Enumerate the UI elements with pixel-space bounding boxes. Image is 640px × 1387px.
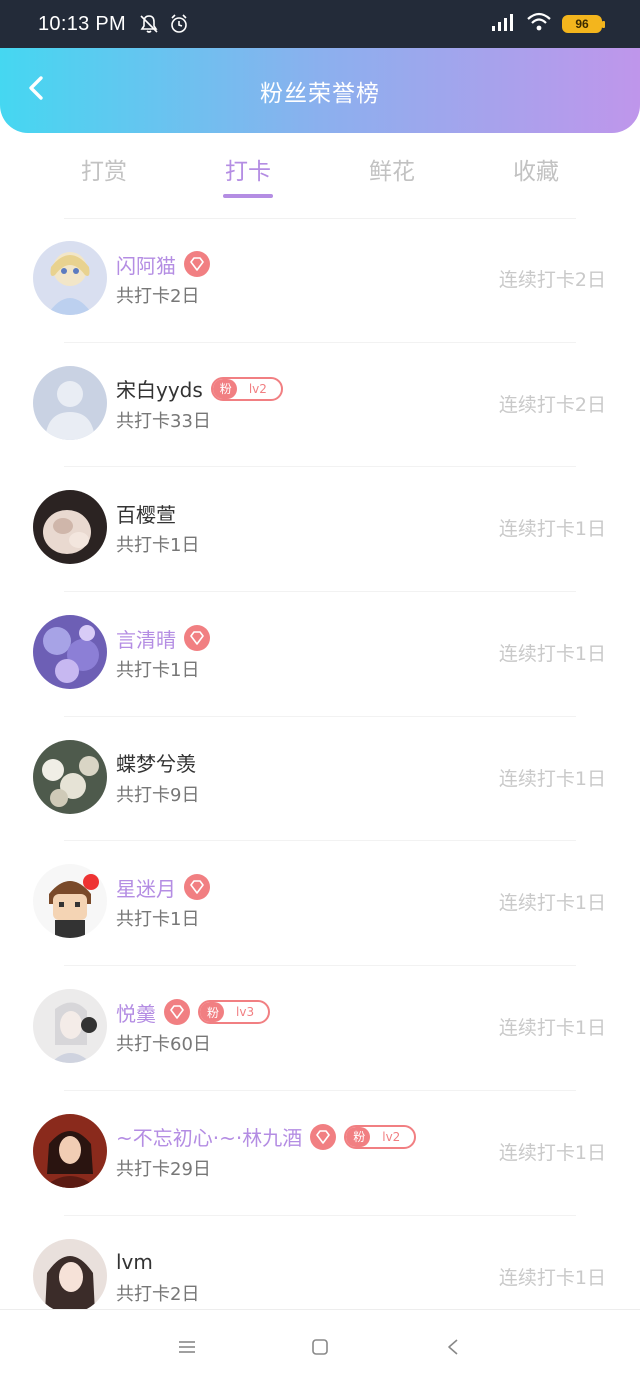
- total-checkins: 共打卡2日: [116, 1283, 200, 1305]
- menu-icon: [177, 1339, 197, 1359]
- fan-level-badge: 粉 lv3: [198, 1000, 271, 1025]
- user-name[interactable]: 闪阿猫: [116, 250, 176, 279]
- vip-diamond-icon: [184, 625, 210, 652]
- list-item[interactable]: ~不忘初心·~·林九酒 粉 lv2 共打卡29日 连续打卡1日: [0, 1091, 640, 1216]
- vip-diamond-icon: [164, 999, 190, 1026]
- list-item[interactable]: 闪阿猫 共打卡2日 连续打卡2日: [0, 218, 640, 343]
- user-name[interactable]: 蝶梦兮羡: [116, 748, 196, 777]
- total-checkins: 共打卡33日: [116, 410, 211, 432]
- tab-reward[interactable]: 打赏: [32, 140, 176, 210]
- list-item[interactable]: 蝶梦兮羡 共打卡9日 连续打卡1日: [0, 717, 640, 842]
- system-nav-bar: [0, 1309, 640, 1387]
- vip-diamond-icon: [184, 251, 210, 277]
- streak-text: 连续打卡2日: [498, 393, 606, 416]
- streak-text: 连续打卡1日: [498, 518, 606, 541]
- avatar[interactable]: [33, 490, 107, 565]
- fan-badge-label: 粉: [200, 1002, 225, 1023]
- streak-text: 连续打卡2日: [498, 269, 606, 291]
- fan-badge-label: 粉: [346, 1126, 371, 1147]
- avatar[interactable]: [33, 739, 107, 814]
- avatar[interactable]: [33, 241, 107, 315]
- page-title: 粉丝荣誉榜: [260, 80, 380, 107]
- total-checkins: 共打卡2日: [116, 286, 200, 307]
- app-header: 粉丝荣誉榜: [0, 48, 640, 133]
- list-item[interactable]: 星迷月 共打卡1日 连续打卡1日: [0, 841, 640, 966]
- fan-level-badge: 粉 lv2: [344, 1124, 417, 1149]
- streak-text: 连续打卡1日: [498, 892, 606, 915]
- list-item[interactable]: 宋白yyds 粉 lv2 共打卡33日 连续打卡2日: [0, 343, 640, 468]
- user-name[interactable]: 百樱萱: [116, 499, 176, 528]
- back-nav-button[interactable]: [439, 1335, 467, 1363]
- avatar[interactable]: [33, 365, 107, 440]
- list-item[interactable]: 百樱萱 共打卡1日 连续打卡1日: [0, 467, 640, 592]
- battery-icon: 96: [562, 15, 605, 33]
- menu-button[interactable]: [173, 1335, 201, 1363]
- total-checkins: 共打卡1日: [116, 535, 200, 557]
- bell-off-icon: [138, 13, 160, 35]
- avatar[interactable]: [33, 1113, 107, 1188]
- avatar[interactable]: [33, 615, 107, 690]
- list-item[interactable]: 言清晴 共打卡1日 连续打卡1日: [0, 592, 640, 717]
- fan-list: 闪阿猫 共打卡2日 连续打卡2日 宋白yyds 粉 lv2 共打卡33日 连续打…: [0, 218, 640, 1340]
- total-checkins: 共打卡29日: [116, 1158, 211, 1180]
- user-name[interactable]: ~不忘初心·~·林九酒: [116, 1122, 302, 1151]
- list-item[interactable]: 悦羹 粉 lv3 共打卡60日 连续打卡1日: [0, 966, 640, 1091]
- user-name[interactable]: 星迷月: [116, 873, 176, 902]
- alarm-icon: [168, 13, 190, 35]
- total-checkins: 共打卡1日: [116, 660, 200, 682]
- tab-flowers[interactable]: 鲜花: [320, 140, 464, 210]
- fan-level: lv2: [382, 1129, 401, 1144]
- streak-text: 连续打卡1日: [498, 1017, 606, 1040]
- fan-badge-label: 粉: [212, 378, 237, 399]
- home-button[interactable]: [306, 1335, 334, 1363]
- streak-text: 连续打卡1日: [498, 1266, 606, 1289]
- streak-text: 连续打卡1日: [498, 1141, 606, 1164]
- fan-level: lv3: [236, 1005, 255, 1020]
- tab-bar: 打赏 打卡 鲜花 收藏: [32, 140, 608, 210]
- total-checkins: 共打卡9日: [116, 784, 200, 806]
- tab-checkin[interactable]: 打卡: [176, 140, 320, 210]
- total-checkins: 共打卡60日: [116, 1034, 211, 1056]
- chevron-left-icon: [26, 75, 46, 105]
- user-name[interactable]: 宋白yyds: [116, 374, 203, 403]
- user-name[interactable]: 言清晴: [116, 624, 176, 653]
- fan-level-badge: 粉 lv2: [210, 376, 283, 401]
- avatar[interactable]: [33, 1238, 107, 1313]
- back-button[interactable]: [20, 74, 52, 106]
- total-checkins: 共打卡1日: [116, 909, 200, 931]
- back-triangle-icon: [445, 1337, 461, 1361]
- home-square-icon: [310, 1337, 330, 1361]
- battery-level: 96: [575, 17, 589, 31]
- avatar[interactable]: [33, 864, 107, 939]
- fan-level: lv2: [248, 381, 267, 396]
- tab-favorites[interactable]: 收藏: [464, 140, 608, 210]
- vip-diamond-icon: [184, 874, 210, 901]
- user-name[interactable]: 悦羹: [116, 998, 156, 1027]
- wifi-icon: [526, 12, 552, 37]
- status-time: 10:13 PM: [38, 12, 127, 35]
- status-bar: 10:13 PM 96: [0, 0, 640, 48]
- user-name[interactable]: lvm: [116, 1250, 153, 1274]
- signal-icon: [490, 12, 516, 37]
- streak-text: 连续打卡1日: [498, 643, 606, 666]
- streak-text: 连续打卡1日: [498, 767, 606, 790]
- vip-diamond-icon: [310, 1123, 337, 1150]
- avatar[interactable]: [33, 989, 107, 1064]
